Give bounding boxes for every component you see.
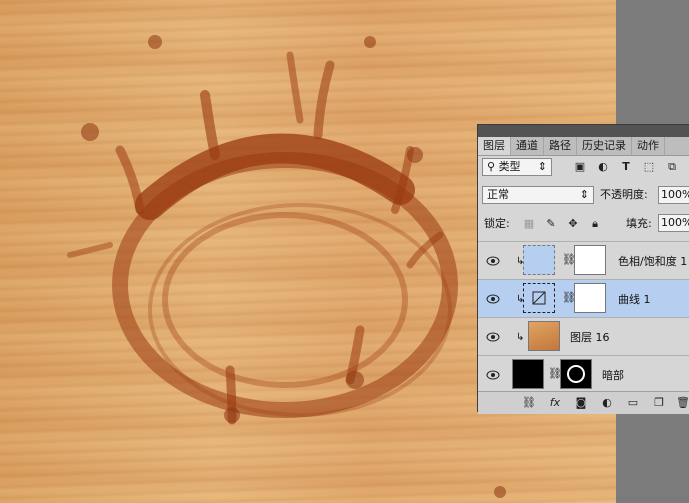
layers-panel: 图层 通道 路径 历史记录 动作 ⚲ 类型 ⇕ ▣ ◐ T ⬚ ⧉ 正常 ⇕ 不… (477, 124, 689, 414)
lock-position-icon[interactable]: ✥ (566, 217, 580, 231)
eye-icon[interactable] (486, 330, 500, 344)
panel-header-bar[interactable] (478, 125, 689, 137)
type-layer-filter-icon[interactable]: T (619, 160, 633, 174)
eye-icon[interactable] (486, 292, 500, 306)
layer-thumbnail (528, 321, 560, 351)
tab-paths[interactable]: 路径 (544, 137, 577, 155)
layer-row-layer16[interactable]: ↳ 图层 16 (478, 317, 689, 355)
layer-name[interactable]: 曲线 1 (618, 291, 651, 307)
layer-name[interactable]: 暗部 (602, 367, 624, 383)
fill-input[interactable]: 100% (658, 214, 689, 232)
layer-row-hue-saturation[interactable]: ↳ ⛓ 色相/饱和度 1 (478, 241, 689, 277)
new-layer-icon[interactable]: ❐ (652, 396, 666, 410)
lock-transparent-icon[interactable]: ▦ (522, 217, 536, 231)
fill-label: 填充: (626, 217, 652, 230)
tab-layers[interactable]: 图层 (478, 137, 511, 155)
chevron-updown-icon: ⇕ (579, 188, 589, 201)
layer-mask-thumbnail (560, 359, 592, 389)
eye-icon[interactable] (486, 368, 500, 382)
blend-mode-value: 正常 (487, 188, 509, 201)
lock-image-icon[interactable]: ✎ (544, 217, 558, 231)
opacity-input[interactable]: 100% (658, 186, 689, 204)
smart-object-filter-icon[interactable]: ⧉ (665, 160, 679, 174)
lock-label: 锁定: (484, 217, 510, 230)
search-icon: ⚲ (487, 160, 496, 173)
layer-thumbnail (512, 359, 544, 389)
curves-adjustment-icon (523, 283, 555, 313)
adjustment-layer-icon[interactable]: ◐ (600, 396, 614, 410)
lock-all-icon[interactable]: 🔒︎ (588, 217, 602, 231)
layer-mask-thumbnail (574, 283, 606, 313)
add-mask-icon[interactable]: ◙ (574, 396, 588, 410)
panel-footer: ⛓ fx ◙ ◐ ▭ ❐ 🗑︎ (478, 391, 689, 414)
link-layers-icon[interactable]: ⛓ (522, 396, 536, 410)
layer-row-curves[interactable]: ↳ ⛓ 曲线 1 (478, 279, 689, 317)
layer-name[interactable]: 图层 16 (570, 329, 610, 345)
clip-arrow-icon: ↳ (516, 332, 525, 343)
layer-name[interactable]: 色相/饱和度 1 (618, 253, 687, 269)
opacity-label: 不透明度: (600, 188, 648, 201)
blend-mode-select[interactable]: 正常 ⇕ (482, 186, 594, 204)
eye-icon[interactable] (486, 254, 500, 268)
layer-mask-thumbnail (574, 245, 606, 275)
filter-label: 类型 (498, 160, 521, 173)
fx-icon[interactable]: fx (548, 396, 562, 410)
pixel-layer-filter-icon[interactable]: ▣ (573, 160, 587, 174)
chevron-updown-icon: ⇕ (537, 160, 547, 173)
layer-row-shadows[interactable]: ⛓ 暗部 (478, 355, 689, 391)
layer-filter-select[interactable]: ⚲ 类型 ⇕ (482, 158, 552, 176)
new-group-icon[interactable]: ▭ (626, 396, 640, 410)
delete-layer-icon[interactable]: 🗑︎ (676, 396, 689, 410)
tab-history[interactable]: 历史记录 (577, 137, 632, 155)
adjustment-thumbnail (523, 245, 555, 275)
tab-channels[interactable]: 通道 (511, 137, 544, 155)
tab-actions[interactable]: 动作 (632, 137, 665, 155)
shape-layer-filter-icon[interactable]: ⬚ (642, 160, 656, 174)
adjustment-layer-filter-icon[interactable]: ◐ (596, 160, 610, 174)
panel-tabs: 图层 通道 路径 历史记录 动作 (478, 137, 689, 156)
